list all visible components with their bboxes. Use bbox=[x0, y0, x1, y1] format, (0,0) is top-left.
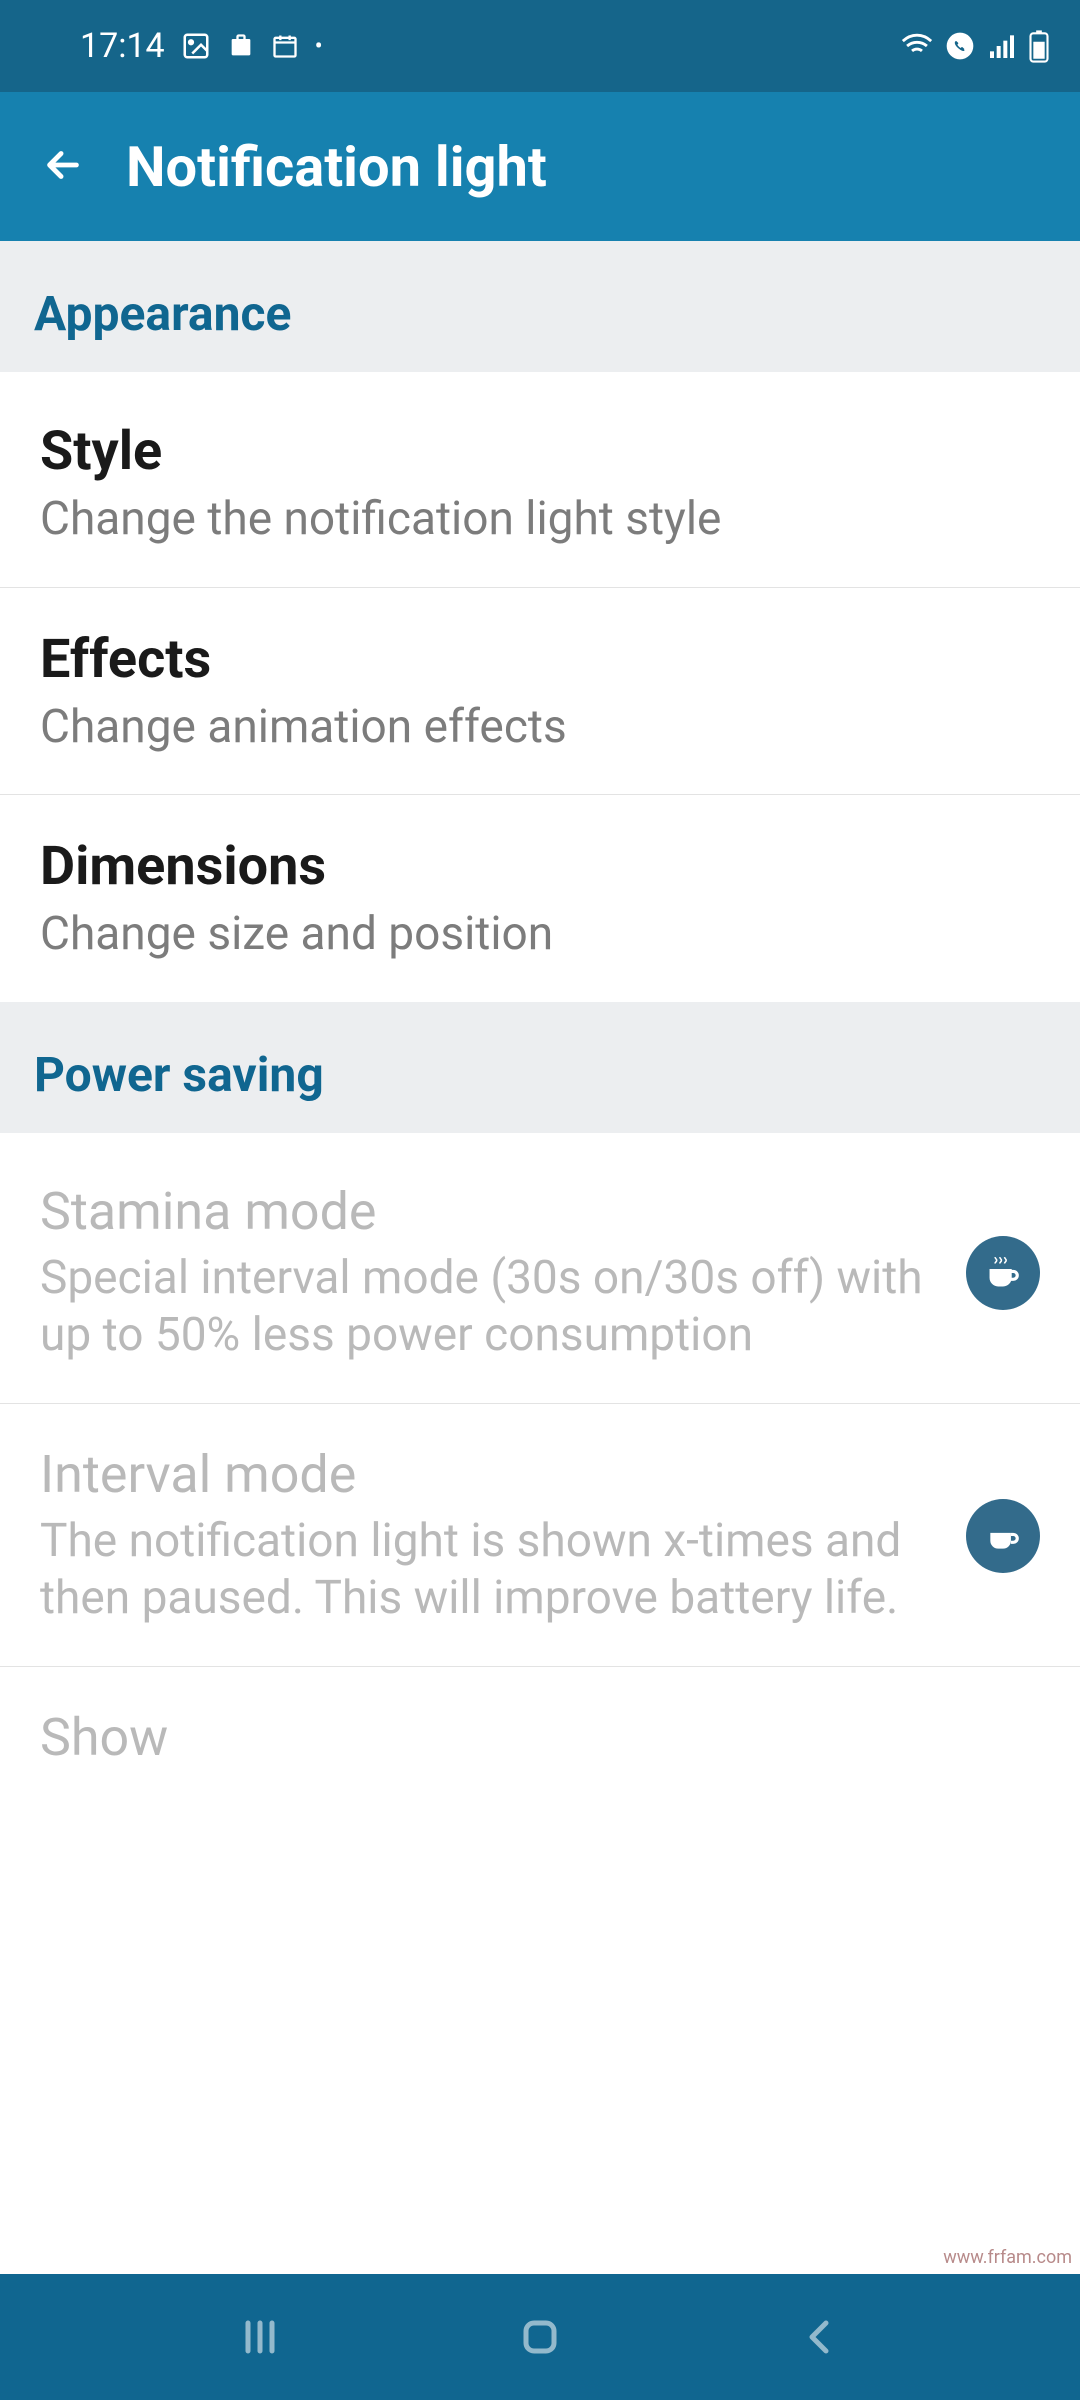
page-title: Notification light bbox=[126, 134, 547, 200]
settings-list: Appearance Style Change the notification… bbox=[0, 241, 1080, 1786]
status-bar: 17:14 • bbox=[0, 0, 1080, 92]
item-subtitle: Change size and position bbox=[40, 906, 1040, 964]
section-header-power: Power saving bbox=[0, 1002, 1080, 1133]
status-left: 17:14 • bbox=[80, 26, 323, 66]
item-effects[interactable]: Effects Change animation effects bbox=[0, 588, 1080, 796]
battery-icon bbox=[1028, 29, 1050, 63]
item-style[interactable]: Style Change the notification light styl… bbox=[0, 372, 1080, 588]
home-button[interactable] bbox=[500, 2297, 580, 2377]
item-title: Style bbox=[40, 420, 1040, 483]
item-title: Interval mode bbox=[40, 1444, 946, 1505]
status-right bbox=[900, 29, 1050, 63]
signal-icon bbox=[986, 30, 1018, 62]
item-show[interactable]: Show bbox=[0, 1667, 1080, 1786]
image-icon bbox=[181, 31, 211, 61]
app-bar: Notification light bbox=[0, 92, 1080, 241]
dot-icon: • bbox=[315, 32, 323, 60]
item-title: Stamina mode bbox=[40, 1181, 946, 1242]
item-dimensions[interactable]: Dimensions Change size and position bbox=[0, 795, 1080, 1002]
item-title: Show bbox=[40, 1707, 1040, 1768]
call-icon bbox=[944, 30, 976, 62]
item-title: Dimensions bbox=[40, 835, 1040, 898]
item-title: Effects bbox=[40, 628, 1040, 691]
item-stamina[interactable]: Stamina mode Special interval mode (30s … bbox=[0, 1133, 1080, 1404]
navigation-bar bbox=[0, 2274, 1080, 2400]
item-interval[interactable]: Interval mode The notification light is … bbox=[0, 1404, 1080, 1667]
back-button[interactable] bbox=[780, 2297, 860, 2377]
recents-button[interactable] bbox=[220, 2297, 300, 2377]
watermark: www.frfam.com bbox=[943, 2247, 1072, 2268]
section-header-appearance: Appearance bbox=[0, 241, 1080, 372]
coffee-icon[interactable] bbox=[966, 1236, 1040, 1310]
item-subtitle: Change animation effects bbox=[40, 699, 1040, 757]
coffee-icon[interactable] bbox=[966, 1499, 1040, 1573]
wifi-icon bbox=[900, 29, 934, 63]
item-subtitle: The notification light is shown x-times … bbox=[40, 1513, 946, 1628]
briefcase-icon bbox=[227, 32, 255, 60]
back-arrow-icon[interactable] bbox=[40, 142, 86, 192]
item-subtitle: Special interval mode (30s on/30s off) w… bbox=[40, 1250, 946, 1365]
item-subtitle: Change the notification light style bbox=[40, 491, 1040, 549]
calendar-icon bbox=[271, 32, 299, 60]
status-time: 17:14 bbox=[80, 26, 165, 66]
